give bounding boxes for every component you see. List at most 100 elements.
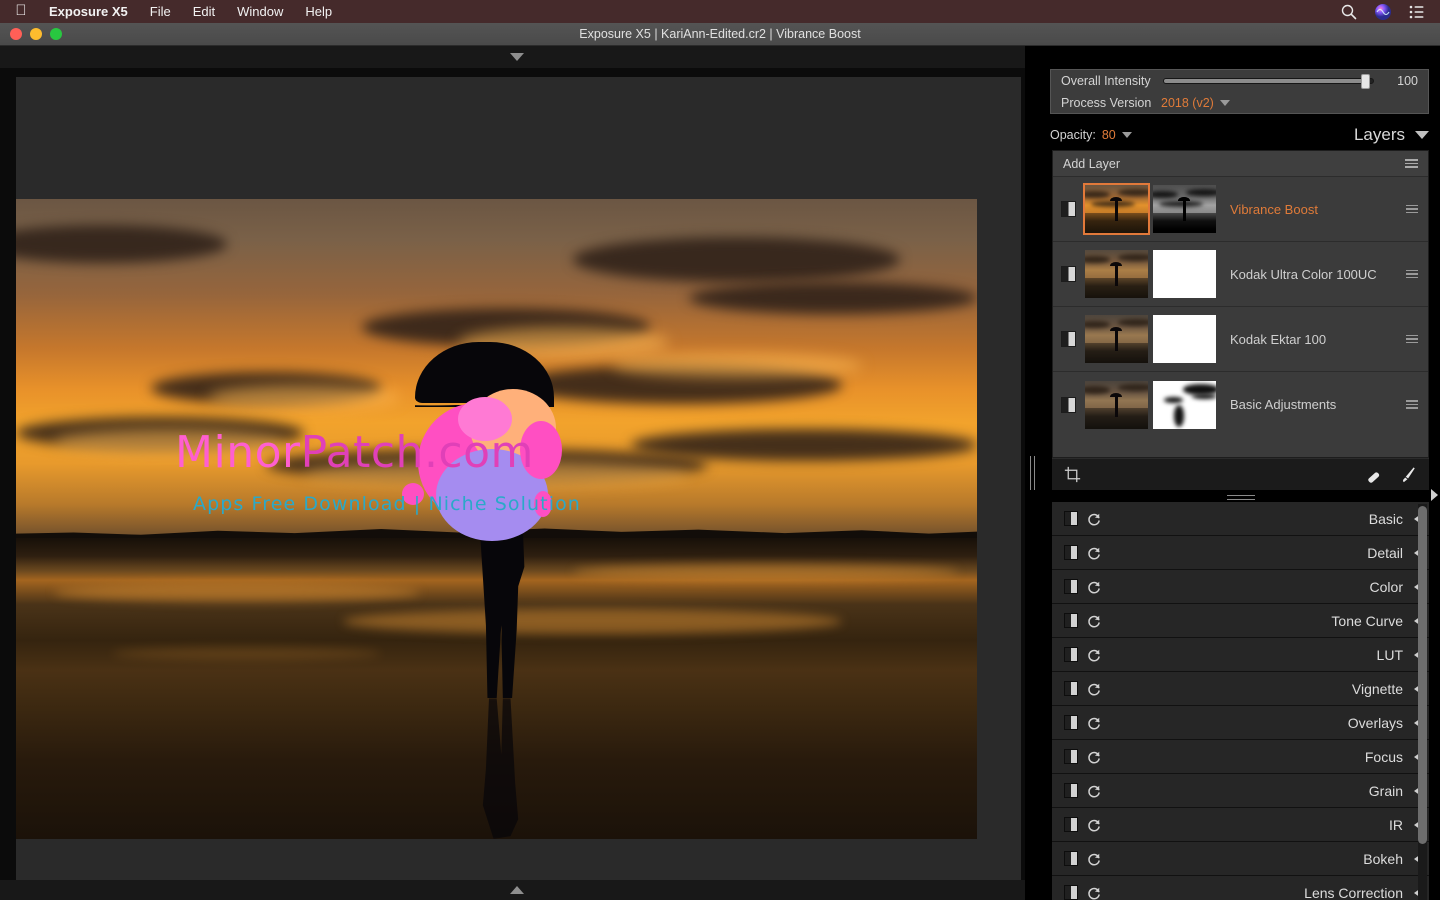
panel-enable-toggle[interactable] — [1064, 681, 1078, 696]
reset-icon[interactable] — [1086, 715, 1102, 731]
reset-icon[interactable] — [1086, 647, 1102, 663]
panel-enable-toggle[interactable] — [1064, 511, 1078, 526]
layer-thumbnail[interactable] — [1083, 183, 1150, 235]
layer-visibility-toggle[interactable] — [1061, 331, 1076, 347]
layer-mask-thumbnail[interactable] — [1153, 185, 1216, 233]
menu-item-file[interactable]: File — [139, 4, 182, 19]
panel-enable-toggle[interactable] — [1064, 783, 1078, 798]
overall-intensity-slider[interactable] — [1163, 74, 1374, 89]
apple-logo-icon[interactable]:  — [8, 3, 34, 18]
panel-row-detail[interactable]: Detail — [1052, 536, 1429, 570]
panel-row-lens-correction[interactable]: Lens Correction — [1052, 876, 1429, 900]
zoom-button[interactable] — [50, 28, 62, 40]
panel-divider[interactable] — [1025, 46, 1039, 900]
layer-thumbnail[interactable] — [1085, 315, 1148, 363]
menu-app-name[interactable]: Exposure X5 — [38, 4, 139, 19]
panel-row-grain[interactable]: Grain — [1052, 774, 1429, 808]
layer-visibility-toggle[interactable] — [1061, 266, 1076, 282]
table-row[interactable]: Kodak Ektar 100 — [1053, 307, 1428, 372]
reset-icon[interactable] — [1086, 885, 1102, 900]
hamburger-icon[interactable] — [1405, 159, 1418, 168]
panel-row-bokeh[interactable]: Bokeh — [1052, 842, 1429, 876]
layer-menu-icon[interactable] — [1406, 269, 1418, 279]
window-title: Exposure X5 | KariAnn-Edited.cr2 | Vibra… — [579, 27, 861, 41]
layer-thumbnail[interactable] — [1085, 380, 1148, 429]
layer-menu-icon[interactable] — [1406, 204, 1418, 214]
menu-item-edit[interactable]: Edit — [182, 4, 226, 19]
layer-name[interactable]: Kodak Ultra Color 100UC — [1230, 267, 1377, 282]
add-layer-row[interactable]: Add Layer — [1053, 151, 1428, 177]
menu-item-window[interactable]: Window — [226, 4, 294, 19]
process-version-row: Process Version 2018 (v2) — [1051, 92, 1428, 114]
reset-icon[interactable] — [1086, 545, 1102, 561]
layer-menu-icon[interactable] — [1406, 400, 1418, 409]
brush-icon[interactable] — [1398, 465, 1417, 484]
panel-row-basic[interactable]: Basic — [1052, 502, 1429, 536]
reset-icon[interactable] — [1086, 511, 1102, 527]
layer-visibility-toggle[interactable] — [1061, 201, 1076, 217]
crop-icon[interactable] — [1064, 466, 1081, 483]
panel-enable-toggle[interactable] — [1064, 545, 1078, 560]
minimize-button[interactable] — [30, 28, 42, 40]
opacity-value[interactable]: 80 — [1102, 128, 1116, 142]
watermark-subtitle: Apps Free Download | Niche Solution — [193, 493, 581, 515]
table-row[interactable]: Vibrance Boost — [1053, 177, 1428, 242]
scrollbar-thumb[interactable] — [1418, 506, 1427, 844]
layer-mask-thumbnail[interactable] — [1153, 315, 1216, 363]
control-center-icon[interactable] — [1408, 3, 1426, 21]
slider-knob[interactable] — [1360, 74, 1370, 89]
layer-name[interactable]: Basic Adjustments — [1230, 397, 1336, 412]
layer-menu-icon[interactable] — [1406, 334, 1418, 344]
app-window: Exposure X5 | KariAnn-Edited.cr2 | Vibra… — [0, 23, 1440, 900]
panel-enable-toggle[interactable] — [1064, 749, 1078, 764]
top-panel-collapse-button[interactable] — [0, 46, 1033, 68]
table-row[interactable]: Kodak Ultra Color 100UC — [1053, 242, 1428, 307]
layer-name[interactable]: Kodak Ektar 100 — [1230, 332, 1326, 347]
panel-enable-toggle[interactable] — [1064, 647, 1078, 662]
reset-icon[interactable] — [1086, 579, 1102, 595]
panel-row-vignette[interactable]: Vignette — [1052, 672, 1429, 706]
layer-mask-thumbnail[interactable] — [1153, 250, 1216, 298]
panel-name: Vignette — [1351, 680, 1403, 697]
layer-visibility-toggle[interactable] — [1061, 396, 1076, 413]
process-version-value[interactable]: 2018 (v2) — [1161, 96, 1214, 110]
reset-icon[interactable] — [1086, 783, 1102, 799]
edited-photo — [16, 199, 977, 839]
reset-icon[interactable] — [1086, 749, 1102, 765]
reset-icon[interactable] — [1086, 613, 1102, 629]
panel-row-lut[interactable]: LUT — [1052, 638, 1429, 672]
layer-mask-thumbnail[interactable] — [1153, 380, 1216, 429]
menu-item-help[interactable]: Help — [294, 4, 343, 19]
chevron-down-icon[interactable] — [1219, 100, 1230, 106]
panel-row-overlays[interactable]: Overlays — [1052, 706, 1429, 740]
panel-enable-toggle[interactable] — [1064, 817, 1078, 832]
panel-splitter[interactable] — [1052, 492, 1429, 502]
panel-row-ir[interactable]: IR — [1052, 808, 1429, 842]
table-row[interactable]: Basic Adjustments — [1053, 372, 1428, 437]
panel-row-tone-curve[interactable]: Tone Curve — [1052, 604, 1429, 638]
panel-enable-toggle[interactable] — [1064, 579, 1078, 594]
image-canvas[interactable] — [16, 77, 1021, 897]
panel-list-scrollbar[interactable] — [1418, 504, 1427, 900]
reset-icon[interactable] — [1086, 681, 1102, 697]
chevron-down-icon[interactable] — [1415, 131, 1429, 139]
layer-thumbnail[interactable] — [1085, 250, 1148, 298]
eraser-icon[interactable] — [1365, 465, 1384, 484]
panel-name: Lens Correction — [1304, 884, 1403, 900]
layer-name[interactable]: Vibrance Boost — [1230, 202, 1318, 217]
panel-enable-toggle[interactable] — [1064, 613, 1078, 628]
siri-icon[interactable] — [1374, 3, 1392, 21]
panel-enable-toggle[interactable] — [1064, 851, 1078, 866]
reset-icon[interactable] — [1086, 851, 1102, 867]
search-icon[interactable] — [1340, 3, 1358, 21]
panel-row-color[interactable]: Color — [1052, 570, 1429, 604]
right-panel-expand-button[interactable] — [1428, 487, 1440, 503]
panel-row-focus[interactable]: Focus — [1052, 740, 1429, 774]
bottom-panel-expand-button[interactable] — [0, 880, 1033, 900]
add-layer-label: Add Layer — [1063, 156, 1120, 171]
panel-enable-toggle[interactable] — [1064, 715, 1078, 730]
reset-icon[interactable] — [1086, 817, 1102, 833]
close-button[interactable] — [10, 28, 22, 40]
chevron-down-icon[interactable] — [1121, 132, 1132, 138]
panel-enable-toggle[interactable] — [1064, 885, 1078, 900]
